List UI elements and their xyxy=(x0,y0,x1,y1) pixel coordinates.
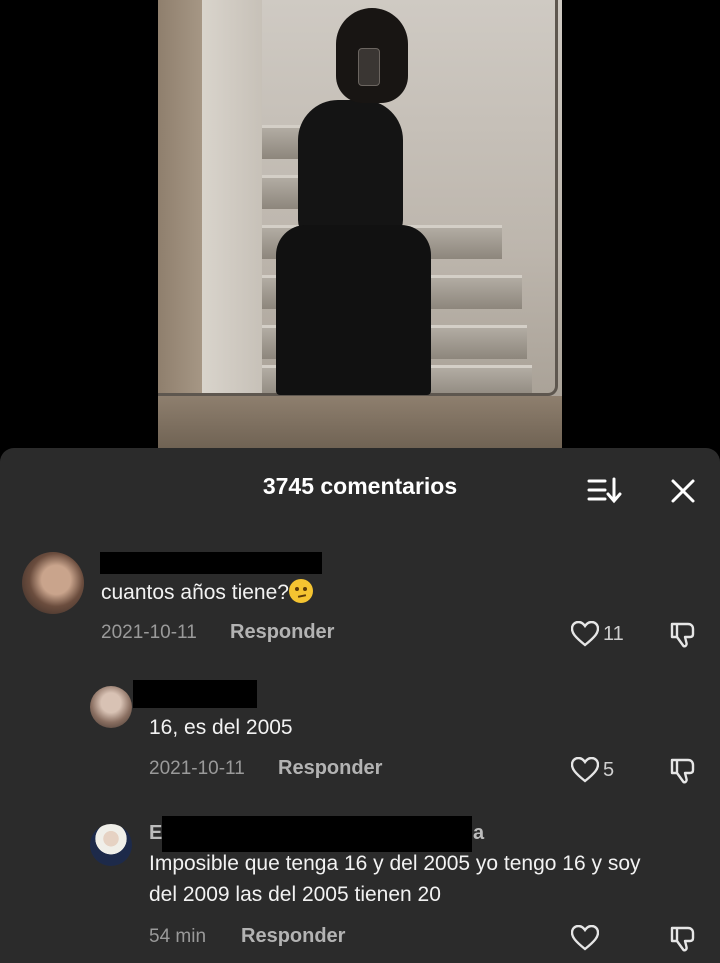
username-end: a xyxy=(473,822,485,844)
avatar[interactable] xyxy=(90,686,132,728)
like-count: 5 xyxy=(603,758,615,781)
reply-item: 16, es del 2005 2021-10-11 Responder 5 xyxy=(0,676,720,796)
heart-icon xyxy=(571,757,599,783)
video-person xyxy=(276,95,431,395)
redacted-username xyxy=(133,680,257,708)
sort-icon[interactable] xyxy=(585,474,623,506)
comment-text-line: Imposible que tenga 16 y del 2005 yo ten… xyxy=(149,852,641,875)
reply-button[interactable]: Responder xyxy=(230,621,334,644)
avatar[interactable] xyxy=(22,552,84,614)
reply-button[interactable]: Responder xyxy=(278,757,382,780)
thinking-face-emoji xyxy=(288,579,313,603)
like-button[interactable] xyxy=(571,923,603,953)
dislike-icon[interactable] xyxy=(668,923,698,953)
like-button[interactable]: 11 xyxy=(571,619,624,649)
comment-text: 16, es del 2005 xyxy=(149,716,293,739)
comments-sheet: 3745 comentarios cuantos años tiene? 202… xyxy=(0,448,720,963)
avatar[interactable] xyxy=(90,824,132,866)
comment-text: Imposible que tenga 16 y del 2005 yo ten… xyxy=(149,848,641,910)
comments-header: 3745 comentarios xyxy=(0,448,720,528)
video-floor xyxy=(158,396,562,450)
reply-button[interactable]: Responder xyxy=(241,925,345,948)
dislike-icon[interactable] xyxy=(668,619,698,649)
video-phone xyxy=(358,48,380,86)
like-button[interactable]: 5 xyxy=(571,755,614,785)
dislike-icon[interactable] xyxy=(668,755,698,785)
comment-date: 54 min xyxy=(149,926,207,947)
username-start: E xyxy=(149,822,163,844)
comment-text-line: del 2009 las del 2005 tienen 20 xyxy=(149,883,441,906)
comment-date: 2021-10-11 xyxy=(149,758,245,779)
redacted-username xyxy=(100,552,322,574)
comment-item: cuantos años tiene? 2021-10-11 Responder… xyxy=(0,544,720,664)
comment-text: cuantos años tiene? xyxy=(101,577,313,608)
reply-item: E a Imposible que tenga 16 y del 2005 yo… xyxy=(0,812,720,962)
video-frame[interactable] xyxy=(158,0,562,450)
close-icon[interactable] xyxy=(668,476,698,506)
comment-date: 2021-10-11 xyxy=(101,622,197,643)
heart-icon xyxy=(571,925,599,951)
redacted-username xyxy=(162,816,472,852)
heart-icon xyxy=(571,621,599,647)
like-count: 11 xyxy=(603,622,624,645)
